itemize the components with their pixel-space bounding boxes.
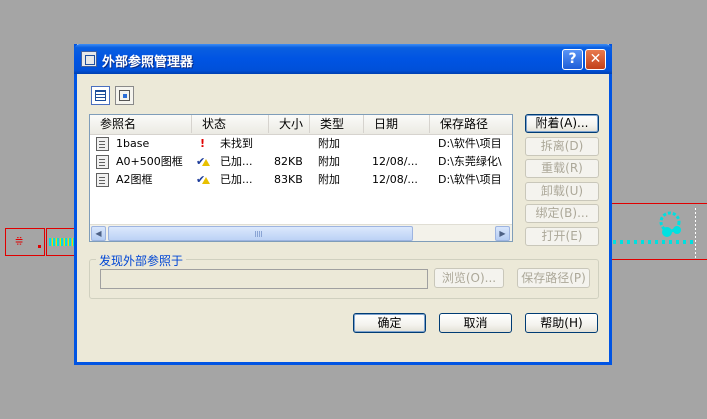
scroll-right-arrow-icon[interactable]: ▶ (495, 226, 510, 241)
close-button[interactable]: ✕ (585, 49, 606, 70)
row-path: D:\软件\项目 (438, 137, 502, 150)
column-header-date[interactable]: 日期 (364, 115, 430, 133)
column-header-path[interactable]: 保存路径 (430, 115, 512, 133)
cad-hatch (49, 238, 75, 246)
ok-button[interactable]: 确定 (353, 313, 426, 333)
row-name: A2图框 (116, 173, 153, 186)
xref-list[interactable]: 参照名 状态 大小 类型 日期 保存路径 1base ! 未找到 附加 D:\软… (89, 114, 513, 242)
table-row[interactable]: A0+500图框 ✔ 已加... 82KB 附加 12/08/... D:\东莞… (90, 153, 512, 171)
row-date: 12/08/... (372, 173, 418, 186)
detach-button[interactable]: 拆离(D) (525, 137, 599, 156)
loaded-warning-icon: ✔ (196, 171, 218, 189)
column-header-status[interactable]: 状态 (192, 115, 269, 133)
unload-button[interactable]: 卸载(U) (525, 182, 599, 201)
scroll-thumb[interactable] (108, 226, 413, 241)
list-header: 参照名 状态 大小 类型 日期 保存路径 (90, 115, 512, 135)
list-view-button[interactable] (91, 86, 110, 105)
drawing-file-icon (96, 173, 109, 187)
cad-dotted-line (613, 240, 693, 244)
xref-manager-dialog: 外部参照管理器 ? ✕ 参照名 状态 大小 类型 日期 保存路径 1base !… (74, 44, 612, 365)
row-type: 附加 (318, 137, 340, 150)
table-row[interactable]: A2图框 ✔ 已加... 83KB 附加 12/08/... D:\软件\项目 (90, 171, 512, 189)
drawing-file-icon (96, 155, 109, 169)
help-button[interactable]: 帮助(H) (525, 313, 598, 333)
row-type: 附加 (318, 155, 340, 168)
title-bar[interactable]: 外部参照管理器 ? ✕ (74, 44, 612, 74)
row-size: 82KB (274, 155, 303, 168)
cad-drawing-fragment-right (606, 203, 707, 260)
scroll-left-arrow-icon[interactable]: ◀ (91, 226, 106, 241)
row-type: 附加 (318, 173, 340, 186)
horizontal-scrollbar[interactable]: ◀ ▶ (90, 224, 512, 241)
column-header-size[interactable]: 大小 (269, 115, 310, 133)
cad-tree-symbol-icon (659, 211, 681, 237)
row-name: A0+500图框 (116, 155, 183, 168)
help-title-button[interactable]: ? (562, 49, 583, 70)
row-size: 83KB (274, 173, 303, 186)
row-name: 1base (116, 137, 150, 150)
found-at-path-field[interactable] (100, 269, 428, 289)
attach-button[interactable]: 附着(A)... (525, 114, 599, 133)
cad-point (38, 245, 41, 248)
exclamation-icon: ! (200, 137, 206, 150)
column-header-type[interactable]: 类型 (310, 115, 364, 133)
cad-drawing-fragment-left: ⩷ (5, 228, 45, 256)
row-date: 12/08/... (372, 155, 418, 168)
row-path: D:\软件\项目 (438, 173, 502, 186)
row-status: 未找到 (220, 137, 253, 150)
xref-app-icon (81, 51, 97, 67)
reload-button[interactable]: 重载(R) (525, 159, 599, 178)
list-view-icon (95, 90, 106, 101)
found-at-label: 发现外部参照于 (96, 252, 187, 269)
loaded-warning-icon: ✔ (196, 153, 218, 171)
tree-view-icon (119, 90, 130, 101)
dialog-title: 外部参照管理器 (102, 55, 194, 70)
cancel-button[interactable]: 取消 (439, 313, 512, 333)
cad-symbol-icon: ⩷ (15, 232, 24, 248)
browse-button[interactable]: 浏览(O)... (434, 268, 504, 288)
cad-dashed-edge (695, 208, 696, 258)
tree-view-button[interactable] (115, 86, 134, 105)
bind-button[interactable]: 绑定(B)... (525, 204, 599, 223)
row-status: 已加... (220, 155, 253, 168)
save-path-button[interactable]: 保存路径(P) (517, 268, 590, 288)
found-at-group: 发现外部参照于 浏览(O)... 保存路径(P) (89, 252, 599, 299)
row-path: D:\东莞绿化\ (438, 155, 502, 168)
row-status: 已加... (220, 173, 253, 186)
column-header-name[interactable]: 参照名 (90, 115, 192, 133)
scroll-grip-icon (255, 231, 263, 237)
drawing-file-icon (96, 137, 109, 151)
table-row[interactable]: 1base ! 未找到 附加 D:\软件\项目 (90, 135, 512, 153)
open-button[interactable]: 打开(E) (525, 227, 599, 246)
